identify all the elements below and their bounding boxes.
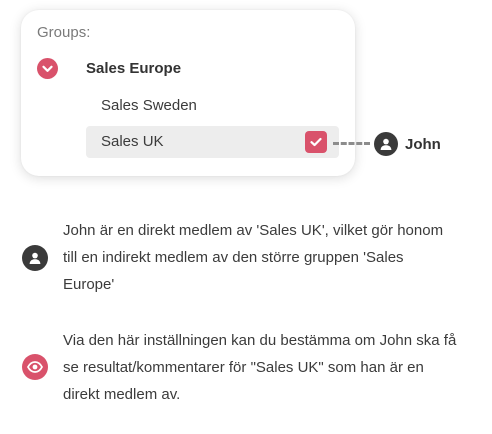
member-connector-line [333,142,370,145]
membership-explanation: John är en direkt medlem av 'Sales UK', … [63,222,444,293]
parent-group-label: Sales Europe [86,60,182,77]
checkmark-icon [310,137,322,147]
eye-icon [22,354,48,380]
group-label: Sales Sweden [101,97,197,114]
group-row-sales-sweden[interactable]: Sales Sweden [86,90,339,122]
member-name: John [405,135,441,153]
member-tag: John [374,132,441,156]
visibility-explanation: Via den här inställningen kan du bestämm… [63,332,457,403]
group-row-sales-uk[interactable]: Sales UK [86,126,339,158]
group-checkbox-checked[interactable] [305,131,327,153]
chevron-down-icon [42,65,53,72]
group-label: Sales UK [101,133,164,150]
user-avatar-icon [374,132,398,156]
user-icon [22,245,48,271]
groups-label: Groups: [37,24,91,41]
collapse-group-button[interactable] [37,58,58,79]
groups-card: Groups: Sales Europe Sales Sweden Sales … [21,10,355,176]
